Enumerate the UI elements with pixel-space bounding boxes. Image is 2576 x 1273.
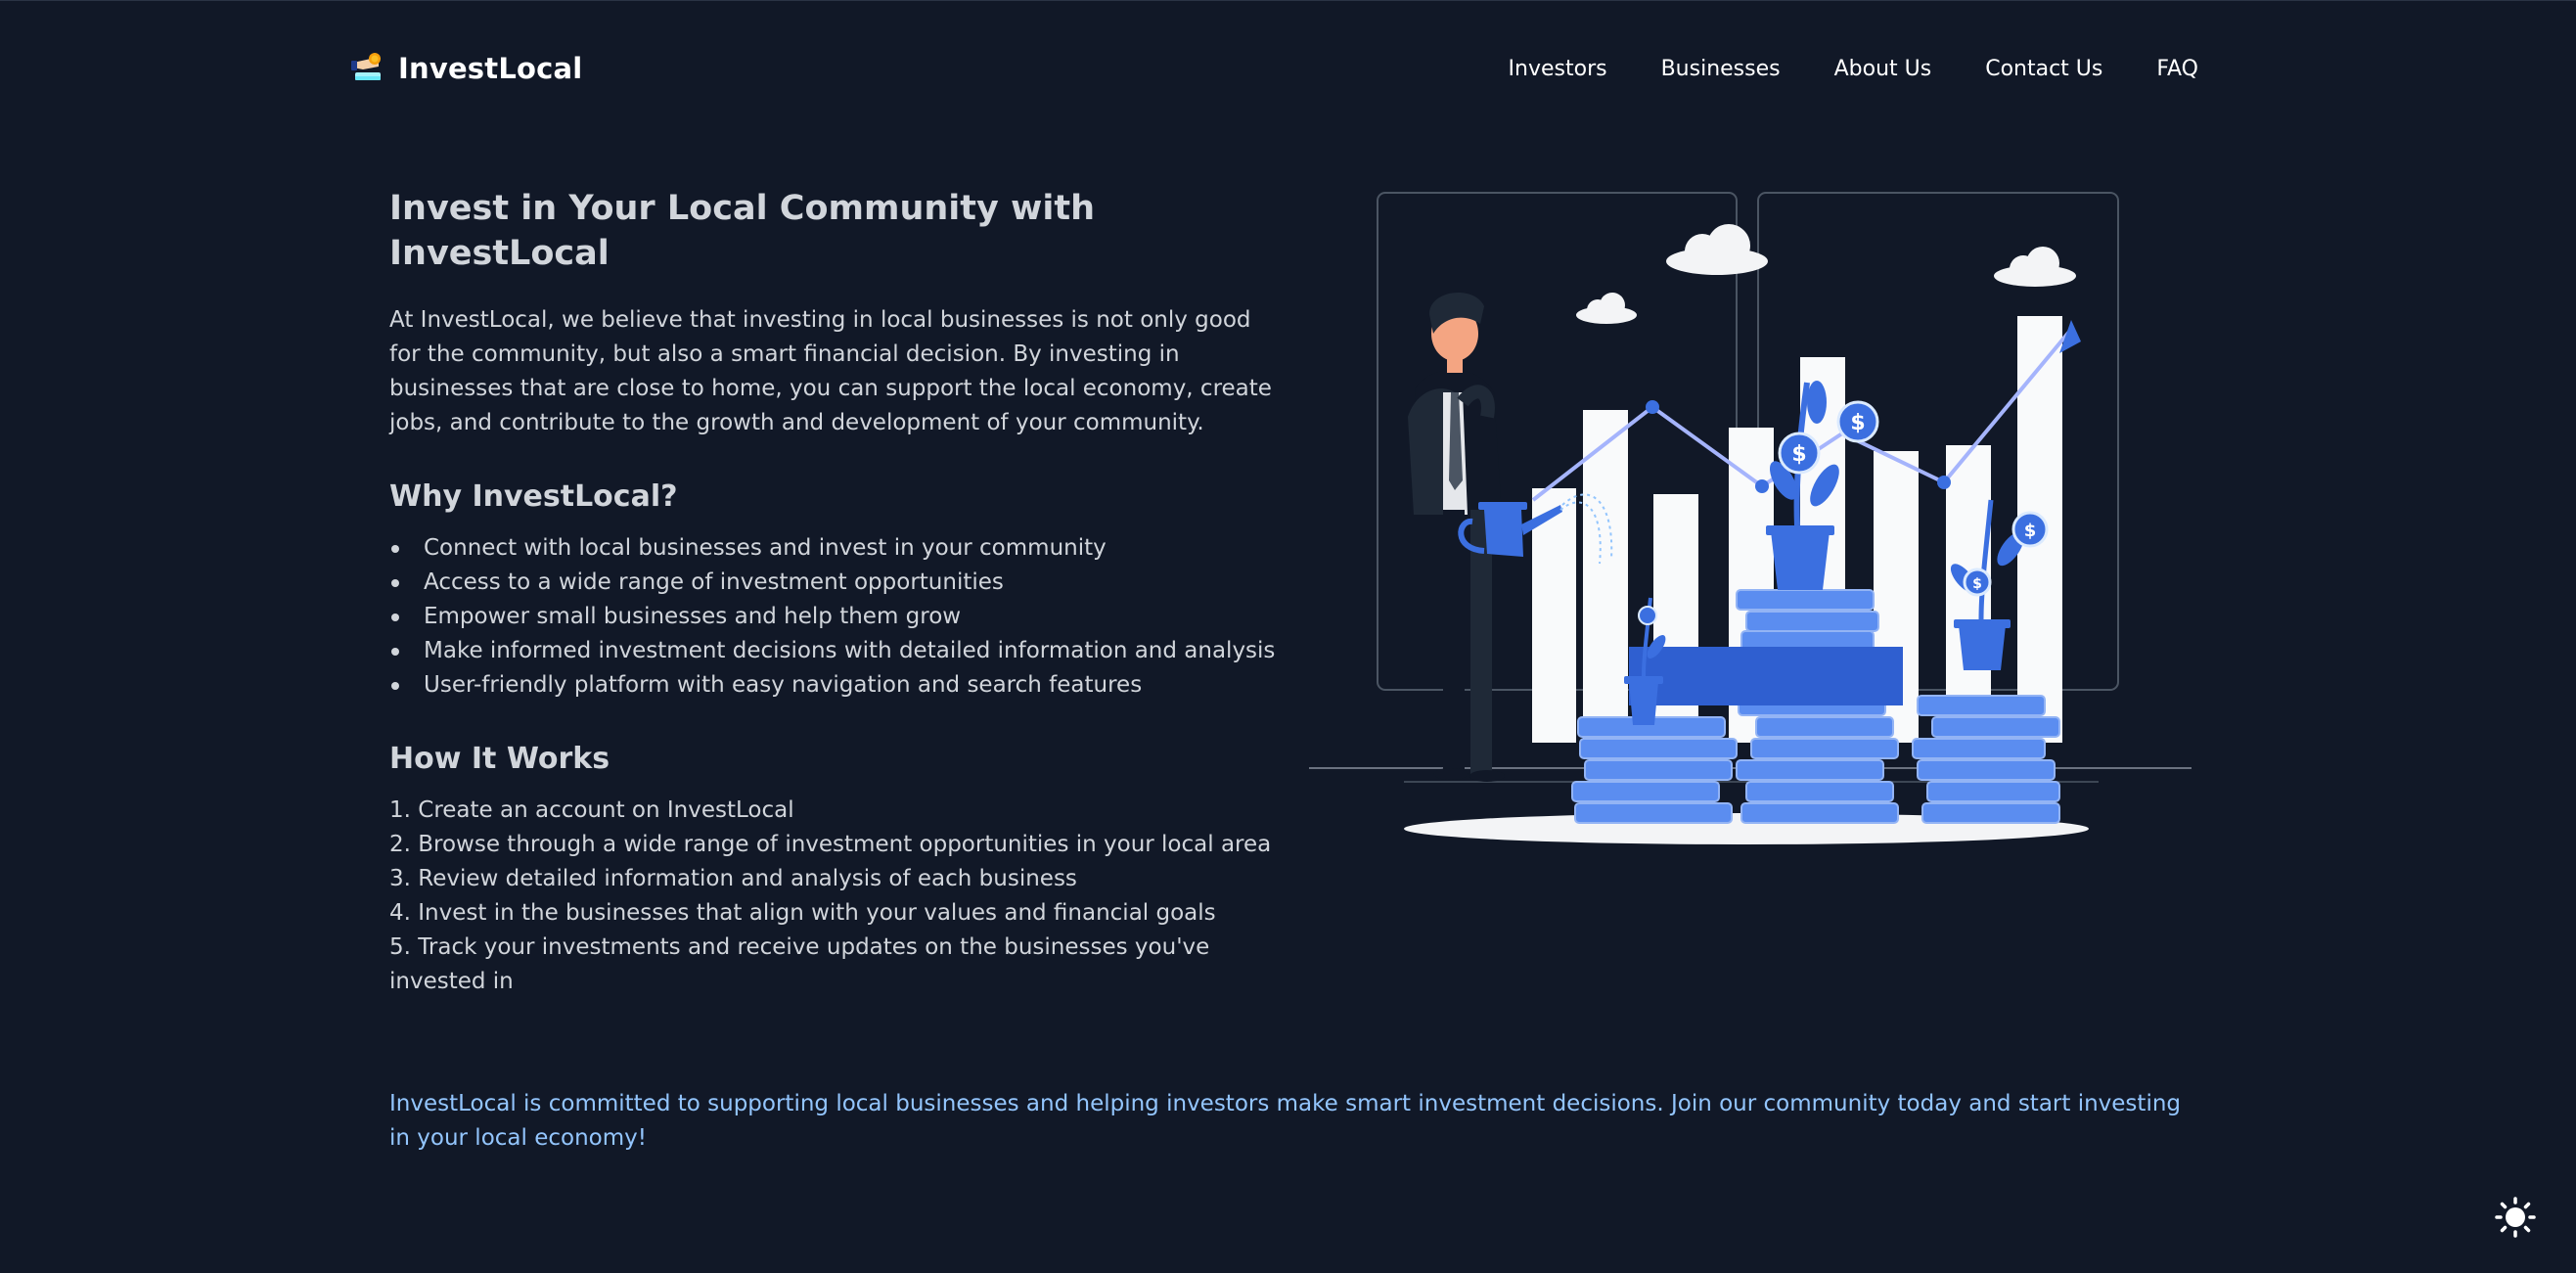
investment-growth-illustration: $ $ $ $ — [1309, 192, 2192, 844]
brand[interactable]: InvestLocal — [349, 44, 582, 93]
list-item: User-friendly platform with easy navigat… — [389, 668, 1280, 703]
main-content: Invest in Your Local Community with Inve… — [389, 187, 1280, 999]
step-item: 1. Create an account on InvestLocal — [389, 797, 794, 823]
list-item: Connect with local businesses and invest… — [389, 531, 1280, 566]
bullet — [391, 648, 399, 656]
list-item: Empower small businesses and help them g… — [389, 600, 1280, 634]
why-list: Connect with local businesses and invest… — [389, 531, 1280, 703]
nav-link-faq[interactable]: FAQ — [2156, 57, 2198, 81]
brand-name: InvestLocal — [398, 52, 583, 85]
intro-paragraph: At InvestLocal, we believe that investin… — [389, 307, 1272, 435]
svg-text:$: $ — [1791, 442, 1806, 467]
how-heading: How It Works — [389, 742, 610, 776]
hand-coins-icon — [351, 53, 381, 80]
page-title: Invest in Your Local Community with Inve… — [389, 189, 1095, 273]
commitment-text: InvestLocal is committed to supporting l… — [389, 1091, 2182, 1151]
svg-text:$: $ — [1972, 576, 1982, 592]
list-item-text: Make informed investment decisions with … — [424, 638, 1276, 663]
list-item: Access to a wide range of investment opp… — [389, 566, 1280, 600]
page: InvestLocal Investors Businesses About U… — [0, 0, 2576, 1273]
svg-text:$: $ — [2024, 521, 2037, 541]
list-item-text: Access to a wide range of investment opp… — [424, 569, 1004, 595]
step-item: 5. Track your investments and receive up… — [389, 934, 1210, 994]
why-heading: Why InvestLocal? — [389, 479, 678, 514]
step-item: 3. Review detailed information and analy… — [389, 866, 1077, 891]
svg-text:$: $ — [1850, 411, 1865, 435]
bullet — [391, 682, 399, 690]
nav-link-about-us[interactable]: About Us — [1834, 57, 1932, 81]
nav-link-investors[interactable]: Investors — [1509, 57, 1607, 81]
navbar: InvestLocal Investors Businesses About U… — [349, 44, 2198, 93]
how-steps: 1. Create an account on InvestLocal 2. B… — [389, 794, 1280, 999]
list-item-text: Empower small businesses and help them g… — [424, 604, 962, 629]
nav-link-businesses[interactable]: Businesses — [1661, 57, 1781, 81]
list-item-text: Connect with local businesses and invest… — [424, 535, 1107, 561]
nav-link-contact-us[interactable]: Contact Us — [1985, 57, 2102, 81]
bullet — [391, 545, 399, 553]
sun-icon[interactable] — [2494, 1196, 2537, 1239]
bullet — [391, 614, 399, 621]
list-item: Make informed investment decisions with … — [389, 634, 1280, 668]
step-item: 2. Browse through a wide range of invest… — [389, 832, 1272, 857]
nav-links: Investors Businesses About Us Contact Us… — [1509, 44, 2198, 93]
list-item-text: User-friendly platform with easy navigat… — [424, 672, 1143, 698]
bullet — [391, 579, 399, 587]
step-item: 4. Invest in the businesses that align w… — [389, 900, 1216, 926]
